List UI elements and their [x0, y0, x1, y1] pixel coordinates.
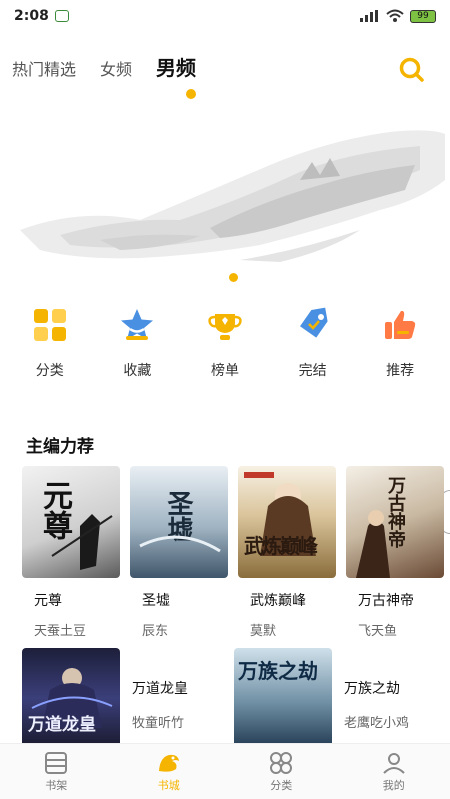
book-author: 莫默	[250, 624, 277, 639]
nav-label: 书城	[157, 778, 180, 792]
book-cover: 元尊	[22, 466, 120, 578]
book-author: 飞天鱼	[358, 624, 398, 639]
cover-title: 万道龙皇	[28, 715, 96, 735]
bottom-navigation: 书架 书城 分类 我的	[0, 743, 450, 799]
cover-title: 万族之劫	[238, 659, 318, 683]
category-rankings[interactable]: 榜单	[187, 306, 263, 380]
book-title: 万族之劫	[344, 681, 400, 697]
nav-label: 分类	[270, 778, 293, 792]
signal-icon	[360, 10, 378, 22]
tab-hot-picks[interactable]: 热门精选	[12, 56, 76, 80]
star-icon	[121, 309, 154, 340]
search-icon[interactable]	[398, 56, 426, 84]
cover-character	[244, 472, 316, 556]
book-title: 万道龙皇	[132, 681, 188, 697]
book-cover: 圣墟	[130, 466, 228, 578]
wifi-icon	[386, 9, 404, 22]
category-shortcuts: 分类 收藏 榜单 完结 推荐	[0, 306, 450, 380]
book-author: 老鹰吃小鸡	[344, 716, 410, 731]
tab-female[interactable]: 女频	[100, 56, 132, 80]
cover-title: 武炼巅峰	[244, 534, 318, 558]
book-card[interactable]: 武炼巅峰 武炼巅峰 莫默	[238, 466, 336, 639]
book-card[interactable]: 万道龙皇 万道龙皇 牧童听竹	[22, 648, 188, 748]
book-cover: 万道龙皇	[22, 648, 120, 748]
status-bar: 2:08 99	[0, 0, 450, 32]
category-recommend[interactable]: 推荐	[362, 306, 438, 380]
book-cover: 万古神帝	[346, 466, 444, 578]
status-time: 2:08	[14, 8, 49, 24]
nav-label: 书架	[45, 778, 68, 792]
grid-icon	[33, 309, 66, 341]
cover-figure	[51, 514, 113, 570]
nav-category[interactable]: 分类	[241, 744, 321, 799]
channel-tabs: 热门精选 女频 男频	[12, 52, 196, 81]
bookstore-icon	[158, 754, 179, 772]
active-tab-indicator	[186, 89, 196, 99]
featured-books-row: 元尊 元尊 天蚕土豆 圣墟 圣墟 辰东 武炼巅峰 武炼巅峰 莫默 万古神帝 万古…	[22, 466, 444, 639]
section-title: 主编力荐	[26, 437, 94, 457]
status-indicators: 99	[360, 9, 436, 23]
book-card[interactable]: 万族之劫 万族之劫 老鹰吃小鸡	[234, 648, 409, 748]
book-card[interactable]: 万古神帝 万古神帝 飞天鱼	[346, 466, 444, 639]
banner-carousel[interactable]	[0, 110, 450, 290]
book-cover: 武炼巅峰	[238, 466, 336, 578]
trophy-icon	[208, 314, 242, 340]
category-completed[interactable]: 完结	[275, 306, 351, 380]
book-author: 天蚕土豆	[34, 624, 87, 639]
battery-icon: 99	[410, 9, 436, 23]
app-notification-icon	[54, 10, 69, 22]
book-info: 万道龙皇 牧童听竹	[132, 648, 188, 748]
category-label: 分类	[35, 363, 64, 379]
profile-icon	[383, 752, 405, 774]
tag-icon	[299, 307, 328, 338]
book-info: 万族之劫 老鹰吃小鸡	[344, 648, 409, 748]
category-icon	[270, 751, 293, 774]
nav-label: 我的	[382, 778, 405, 792]
book-title: 圣墟	[142, 593, 170, 609]
book-author: 辰东	[142, 624, 169, 639]
carousel-indicator	[229, 273, 238, 282]
cover-character	[356, 510, 390, 578]
book-author: 牧童听竹	[132, 716, 185, 731]
book-title: 武炼巅峰	[250, 593, 306, 609]
category-label: 推荐	[386, 363, 415, 379]
tab-male[interactable]: 男频	[156, 52, 196, 81]
bookshelf-icon	[45, 751, 68, 774]
ink-mountain-illustration	[20, 130, 445, 262]
category-classify[interactable]: 分类	[12, 306, 88, 380]
book-cover: 万族之劫	[234, 648, 332, 748]
book-card[interactable]: 圣墟 圣墟 辰东	[130, 466, 228, 639]
nav-profile[interactable]: 我的	[354, 744, 434, 799]
book-title: 元尊	[34, 593, 62, 609]
category-label: 榜单	[210, 363, 239, 379]
category-label: 收藏	[123, 363, 152, 379]
nav-bookshelf[interactable]: 书架	[16, 744, 96, 799]
book-card[interactable]: 元尊 元尊 天蚕土豆	[22, 466, 120, 639]
category-label: 完结	[298, 363, 327, 379]
book-title: 万古神帝	[358, 593, 414, 609]
nav-bookstore[interactable]: 书城	[129, 744, 209, 799]
category-favorites[interactable]: 收藏	[99, 306, 175, 380]
thumbs-up-icon	[385, 310, 416, 339]
cover-swirl	[139, 535, 221, 553]
